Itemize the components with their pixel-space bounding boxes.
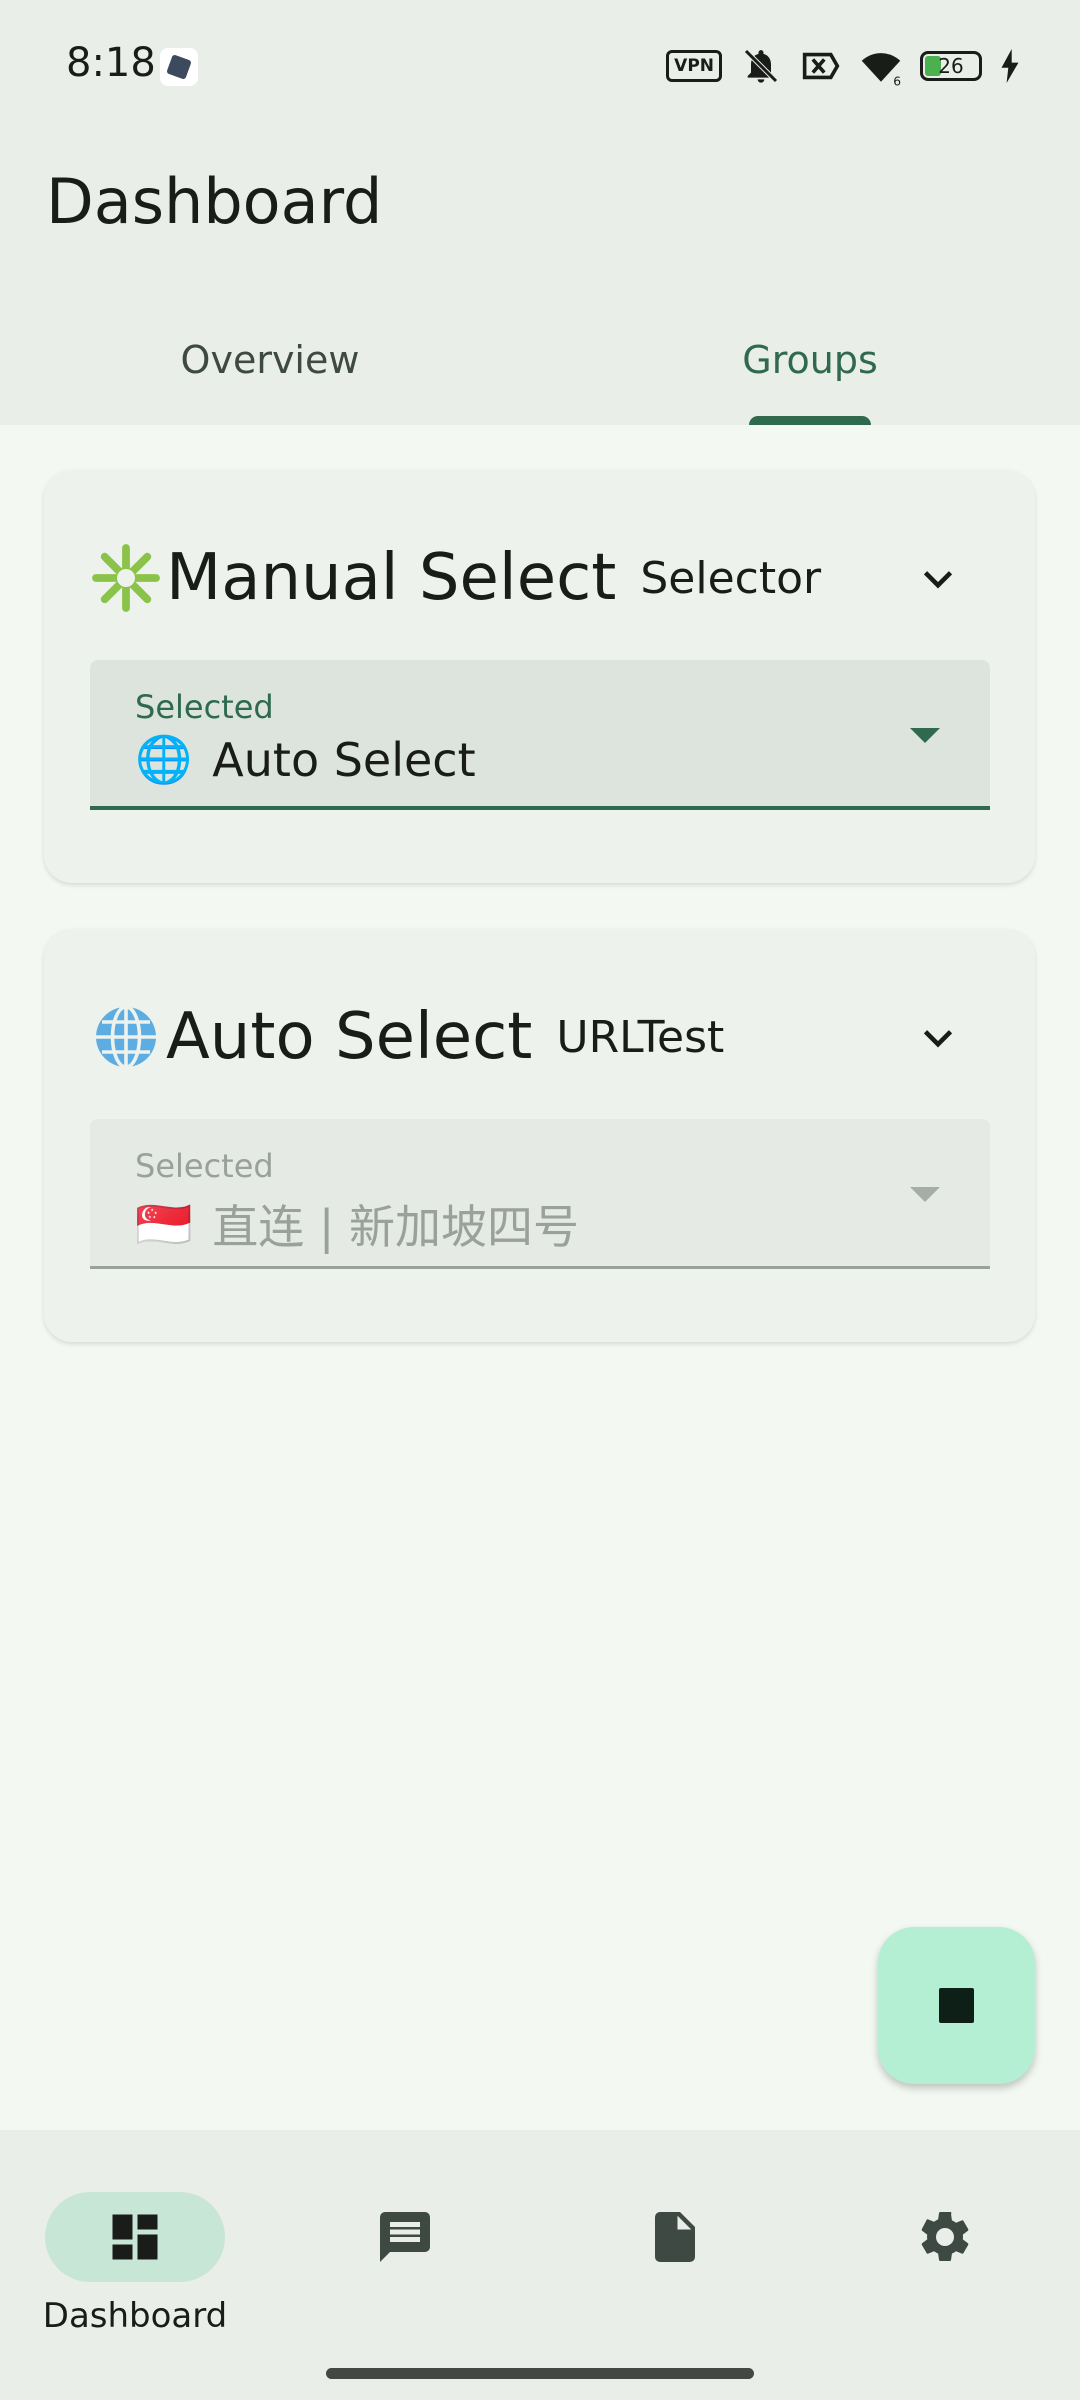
- select-label: Selected: [135, 1147, 274, 1185]
- tab-indicator: [749, 416, 871, 425]
- selected-proxy-dropdown[interactable]: Selected 🌐 Auto Select: [90, 660, 990, 810]
- nav-item-documents[interactable]: [540, 2160, 810, 2320]
- charging-icon: [1000, 46, 1020, 86]
- chevron-down-icon[interactable]: [913, 554, 963, 604]
- top-app-bar: Dashboard Overview Groups: [0, 130, 1080, 425]
- stop-icon: [939, 1988, 974, 2023]
- status-icons: VPN 6 26: [666, 46, 1020, 86]
- globe-icon: 🌐: [135, 732, 193, 786]
- no-sim-icon: [800, 46, 842, 86]
- status-time: 8:18: [66, 40, 156, 86]
- selected-proxy-name: Auto Select: [212, 732, 476, 787]
- group-header: Auto Select URLTest: [90, 991, 1035, 1083]
- vpn-icon: VPN: [666, 50, 722, 82]
- status-bar: 8:18 VPN 6 26: [0, 0, 1080, 130]
- group-type: Selector: [640, 552, 822, 604]
- sparkle-icon: [90, 542, 162, 614]
- nav-item-messages[interactable]: [270, 2160, 540, 2320]
- page-title: Dashboard: [46, 165, 383, 238]
- select-value: 🇸🇬 直连 | 新加坡四号: [135, 1191, 579, 1257]
- selected-proxy-dropdown: Selected 🇸🇬 直连 | 新加坡四号: [90, 1119, 990, 1269]
- group-type: URLTest: [556, 1011, 725, 1063]
- wifi-icon: 6: [860, 46, 902, 86]
- nav-item-settings[interactable]: [810, 2160, 1080, 2320]
- document-icon: [645, 2207, 705, 2267]
- settings-icon: [915, 2207, 975, 2267]
- mute-icon: [740, 46, 782, 86]
- tab-overview[interactable]: Overview: [0, 330, 540, 425]
- select-value: 🌐 Auto Select: [135, 732, 476, 787]
- selected-proxy-name: 直连 | 新加坡四号: [212, 1200, 580, 1254]
- nav-label: Dashboard: [42, 2296, 228, 2336]
- group-name: Auto Select: [166, 1000, 533, 1074]
- dropdown-arrow-icon: [910, 728, 940, 743]
- svg-text:6: 6: [893, 74, 901, 86]
- flag-icon: 🇸🇬: [135, 1196, 193, 1251]
- tab-groups[interactable]: Groups: [540, 330, 1080, 425]
- dashboard-icon: [105, 2207, 165, 2267]
- select-label: Selected: [135, 688, 274, 726]
- dropdown-arrow-icon: [910, 1187, 940, 1202]
- nav-item-dashboard[interactable]: Dashboard: [0, 2160, 270, 2336]
- bottom-navigation: Dashboard: [0, 2130, 1080, 2400]
- group-name: Manual Select: [166, 541, 617, 615]
- message-icon: [375, 2207, 435, 2267]
- chevron-down-icon[interactable]: [913, 1013, 963, 1063]
- globe-icon: [90, 1001, 162, 1073]
- group-card-auto-select: Auto Select URLTest Selected 🇸🇬 直连 | 新加坡…: [44, 929, 1035, 1342]
- stop-button[interactable]: [878, 1927, 1035, 2084]
- battery-level: 26: [938, 54, 964, 78]
- battery-icon: 26: [920, 51, 982, 81]
- group-header: Manual Select Selector: [90, 532, 1035, 624]
- home-indicator[interactable]: [326, 2368, 754, 2379]
- group-card-manual-select: Manual Select Selector Selected 🌐 Auto S…: [44, 470, 1035, 883]
- app-notification-icon: [160, 48, 198, 86]
